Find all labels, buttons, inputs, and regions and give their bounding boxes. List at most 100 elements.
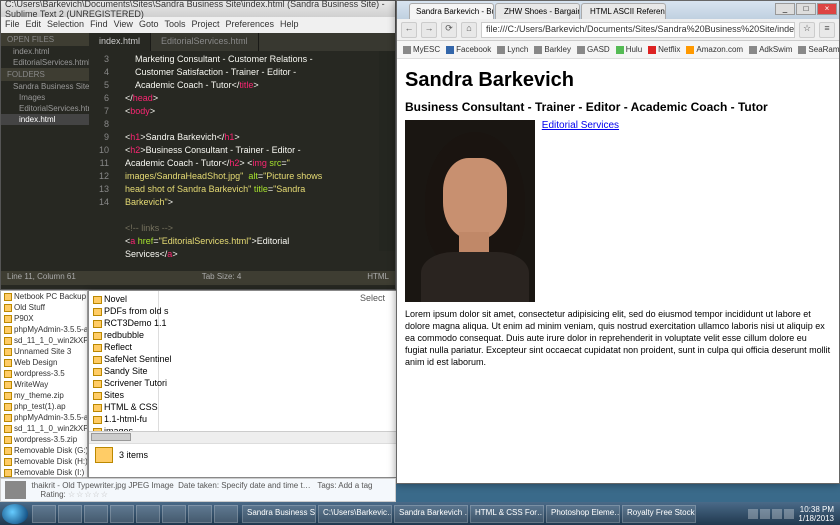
nav-item[interactable]: Unnamed Site 3	[1, 346, 87, 357]
bookmark-gasd[interactable]: GASD	[577, 45, 610, 54]
status-syntax[interactable]: HTML	[367, 272, 389, 284]
nav-item[interactable]: Removable Disk (I:)	[1, 467, 87, 478]
pinned-app-icon[interactable]	[84, 505, 108, 523]
menu-tools[interactable]: Tools	[164, 19, 185, 31]
sidebar-item[interactable]: index.html	[1, 46, 89, 57]
list-item[interactable]: Scrivener Tutori	[91, 377, 156, 389]
taskbar-item[interactable]: HTML & CSS For…	[470, 505, 544, 523]
code-area[interactable]: 34567891011121314 Marketing Consultant -…	[89, 51, 395, 271]
minimize-button[interactable]: _	[775, 3, 795, 15]
list-item[interactable]: redbubble	[91, 329, 156, 341]
browser-tab[interactable]: ZHW Shoes - Bargain Fo	[495, 3, 580, 19]
home-button[interactable]: ⌂	[461, 22, 477, 38]
tab-index[interactable]: index.html	[89, 33, 151, 51]
bookmark-lynch[interactable]: Lynch	[497, 45, 528, 54]
taskbar-item[interactable]: Sandra Business Site	[242, 505, 316, 523]
menu-file[interactable]: File	[5, 19, 20, 31]
taskbar-clock[interactable]: 10:38 PM 1/18/2013	[798, 505, 834, 523]
menu-help[interactable]: Help	[280, 19, 299, 31]
list-item[interactable]: 1.1-html-fu	[91, 413, 156, 425]
pinned-explorer-icon[interactable]	[58, 505, 82, 523]
nav-item[interactable]: wordpress-3.5.zip	[1, 434, 87, 445]
nav-item[interactable]: Removable Disk (G:)	[1, 445, 87, 456]
list-item[interactable]: Sites	[91, 389, 156, 401]
address-bar[interactable]: file:///C:/Users/Barkevich/Documents/Sit…	[481, 22, 795, 38]
list-item[interactable]: PDFs from old s	[91, 305, 156, 317]
menu-edit[interactable]: Edit	[26, 19, 42, 31]
nav-item[interactable]: my_theme.zip	[1, 390, 87, 401]
tray-icon[interactable]	[760, 509, 770, 519]
bookmark-star-icon[interactable]: ☆	[799, 22, 815, 38]
nav-item[interactable]: Old Stuff	[1, 302, 87, 313]
forward-button[interactable]: →	[421, 22, 437, 38]
sidebar-item[interactable]: Sandra Business Site	[1, 81, 89, 92]
taskbar-item[interactable]: Royalty Free Stock…	[622, 505, 696, 523]
bookmark-barkley[interactable]: Barkley	[534, 45, 571, 54]
list-item[interactable]: SafeNet Sentinel	[91, 353, 156, 365]
nav-item[interactable]: php_test(1).ap	[1, 401, 87, 412]
pinned-app-icon[interactable]	[214, 505, 238, 523]
nav-item[interactable]: Web Design	[1, 357, 87, 368]
nav-item[interactable]: P90X	[1, 313, 87, 324]
nav-item[interactable]: phpMyAdmin-3.5.5-a	[1, 324, 87, 335]
taskbar-item[interactable]: C:\Users\Barkevic…	[318, 505, 392, 523]
pinned-app-icon[interactable]	[110, 505, 134, 523]
pinned-app-icon[interactable]	[188, 505, 212, 523]
minimap[interactable]	[379, 51, 395, 251]
menu-icon[interactable]: ≡	[819, 22, 835, 38]
browser-tab[interactable]: Sandra Barkevich - Busin	[409, 3, 494, 19]
sublime-titlebar[interactable]: C:\Users\Barkevich\Documents\Sites\Sandr…	[1, 1, 395, 17]
list-item[interactable]: Sandy Site	[91, 365, 156, 377]
back-button[interactable]: ←	[401, 22, 417, 38]
bookmark-hulu[interactable]: Hulu	[616, 45, 642, 54]
pinned-app-icon[interactable]	[162, 505, 186, 523]
taskbar-item[interactable]: Photoshop Eleme…	[546, 505, 620, 523]
sidebar-item[interactable]: index.html	[1, 114, 89, 125]
list-item[interactable]: RCT3Demo 1.1	[91, 317, 156, 329]
tray-icon[interactable]	[784, 509, 794, 519]
nav-item[interactable]: sd_11_1_0_win2kXPVis	[1, 423, 87, 434]
tab-editorial[interactable]: EditorialServices.html	[151, 33, 259, 51]
status-tabsize[interactable]: Tab Size: 4	[202, 272, 242, 284]
nav-item[interactable]: Netbook PC Backup	[1, 291, 87, 302]
list-item[interactable]: Novel	[91, 293, 156, 305]
nav-item[interactable]: phpMyAdmin-3.5.5-a	[1, 412, 87, 423]
nav-item[interactable]: wordpress-3.5	[1, 368, 87, 379]
explorer-scrollbar[interactable]	[89, 431, 397, 443]
menu-project[interactable]: Project	[191, 19, 219, 31]
menu-goto[interactable]: Goto	[139, 19, 159, 31]
start-button[interactable]	[2, 504, 28, 524]
code-content[interactable]: Marketing Consultant - Customer Relation…	[115, 51, 395, 271]
tray-icon[interactable]	[748, 509, 758, 519]
nav-item[interactable]: Removable Disk (H:)	[1, 456, 87, 467]
sidebar-item[interactable]: EditorialServices.html	[1, 103, 89, 114]
taskbar-item[interactable]: Sandra Barkevich …	[394, 505, 468, 523]
reload-button[interactable]: ⟳	[441, 22, 457, 38]
browser-tab[interactable]: HTML ASCII Reference	[581, 3, 666, 19]
pinned-ie-icon[interactable]	[32, 505, 56, 523]
rating-stars[interactable]: ☆☆☆☆☆	[68, 490, 109, 499]
editorial-services-link[interactable]: Editorial Services	[542, 120, 619, 131]
sidebar-item[interactable]: Images	[1, 92, 89, 103]
nav-item[interactable]: sd_11_1_0_win2kXPVis	[1, 335, 87, 346]
bookmark-myesc[interactable]: MyESC	[403, 45, 440, 54]
maximize-button[interactable]: □	[796, 3, 816, 15]
menu-selection[interactable]: Selection	[47, 19, 84, 31]
list-item[interactable]: Reflect	[91, 341, 156, 353]
menu-view[interactable]: View	[114, 19, 133, 31]
tags-value[interactable]: Add a tag	[338, 481, 372, 490]
bookmark-amazon.com[interactable]: Amazon.com	[686, 45, 743, 54]
menu-find[interactable]: Find	[90, 19, 108, 31]
close-button[interactable]: ×	[817, 3, 837, 15]
pinned-app-icon[interactable]	[136, 505, 160, 523]
tray-icon[interactable]	[772, 509, 782, 519]
menu-preferences[interactable]: Preferences	[225, 19, 274, 31]
bookmark-searams[interactable]: SeaRams	[798, 45, 840, 54]
scroll-thumb[interactable]	[91, 433, 131, 441]
date-value[interactable]: Specify date and time t…	[221, 481, 310, 490]
nav-item[interactable]: WriteWay	[1, 379, 87, 390]
bookmark-netflix[interactable]: Netflix	[648, 45, 680, 54]
bookmark-facebook[interactable]: Facebook	[446, 45, 491, 54]
list-item[interactable]: HTML & CSS	[91, 401, 156, 413]
bookmark-adkswim[interactable]: AdkSwim	[749, 45, 792, 54]
